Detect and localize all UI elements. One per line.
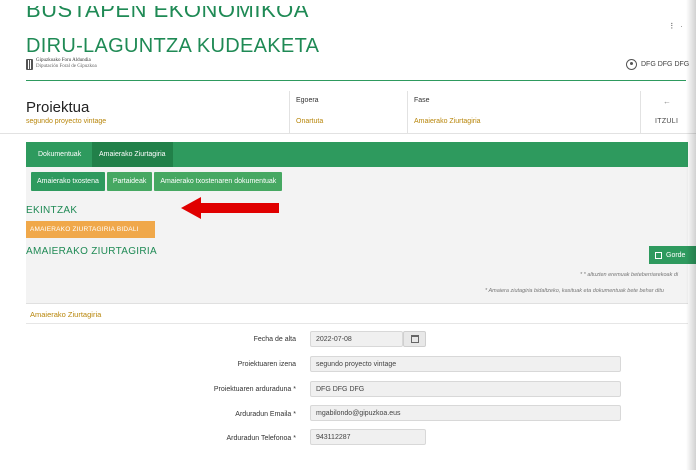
header-divider	[26, 80, 686, 81]
save-button-label: Gorde	[666, 251, 686, 259]
panel-header: Amaierako Ziurtagiria	[26, 304, 688, 324]
actions-section-title: EKINTZAK	[26, 205, 78, 216]
panel-title: Amaierako Ziurtagiria	[30, 310, 102, 319]
fecha-alta-label: Fecha de alta	[253, 336, 296, 343]
fecha-alta-field[interactable]: 2022-07-08	[310, 331, 403, 347]
manager-phone-field[interactable]: 943112287	[310, 429, 426, 445]
page: BUSTAPEN EKONOMIKOA DIRU-LAGUNTZA KUDEAK…	[0, 0, 696, 470]
app-title-line1: BUSTAPEN EKONOMIKOA	[26, 6, 309, 20]
main-tabs: Dokumentuak Amaierako Ziurtagiria	[26, 142, 688, 167]
save-icon	[655, 251, 662, 259]
project-manager-field[interactable]: DFG DFG DFG	[310, 381, 621, 397]
tab-amaierako-ziurtagiria[interactable]: Amaierako Ziurtagiria	[92, 142, 173, 167]
status-label: Egoera	[296, 97, 319, 104]
status-column: Egoera Onartuta	[289, 91, 407, 134]
back-label: ITZULI	[655, 118, 679, 125]
back-arrow-icon: ←	[663, 97, 671, 106]
phase-column: Fase Amaierako Ziurtagiria	[407, 91, 640, 134]
gipuzkoa-logo: Gipuzkoako Foru Aldundia Diputación Fora…	[26, 58, 97, 70]
tab-dokumentuak[interactable]: Dokumentuak	[31, 142, 88, 167]
app-title-line2: DIRU-LAGUNTZA KUDEAKETA	[26, 35, 320, 57]
phase-label: Fase	[414, 97, 430, 104]
subtab-partaideak[interactable]: Partaideak	[106, 172, 153, 191]
app-title-line1-text: BUSTAPEN EKONOMIKOA	[26, 6, 309, 20]
user-name: DFG DFG DFG	[641, 61, 690, 68]
page-edge-shadow	[686, 0, 696, 470]
project-title: Proiektua	[26, 99, 90, 116]
send-certificate-button[interactable]: AMAIERAKO ZIURTAGIRIA BIDALI	[26, 221, 155, 238]
calendar-icon	[410, 335, 419, 343]
logo-icon	[26, 58, 33, 70]
project-subtitle: segundo proyecto vintage	[26, 118, 107, 125]
phase-value: Amaierako Ziurtagiria	[414, 118, 481, 125]
red-arrow-icon	[181, 197, 279, 219]
status-value: Onartuta	[296, 118, 324, 125]
required-fields-note: * * altuzten eremuak beteberriarekoak di	[580, 272, 679, 278]
logo-text-line2: Diputación Foral de Gipuzkoa	[36, 64, 97, 69]
menu-dots-icon[interactable]: ⠇ ·	[670, 22, 684, 31]
manager-phone-label: Arduradun Telefonoa *	[226, 435, 296, 442]
user-icon	[626, 59, 637, 70]
calendar-button[interactable]	[403, 331, 426, 347]
manager-email-field[interactable]: mgabilondo@gipuzkoa.eus	[310, 405, 621, 421]
instructions-note: * Amaiera ziutagiria bidaltzeko, kasitua…	[485, 288, 664, 294]
app-header: BUSTAPEN EKONOMIKOA DIRU-LAGUNTZA KUDEAK…	[0, 0, 696, 84]
project-manager-label: Proiektuaren arduraduna *	[213, 386, 296, 393]
project-info-bar: Proiektua segundo proyecto vintage Egoer…	[0, 91, 696, 134]
subtab-amaierako-txostena[interactable]: Amaierako txostena	[31, 172, 105, 191]
sub-tabs: Amaierako txostena Partaideak Amaierako …	[31, 172, 283, 191]
project-name-field[interactable]: segundo proyecto vintage	[310, 356, 621, 372]
manager-email-label: Arduradun Emaila *	[235, 411, 296, 418]
subtab-txostenaren-dokumentuak[interactable]: Amaierako txostenaren dokumentuak	[154, 172, 283, 191]
user-menu[interactable]: DFG DFG DFG	[626, 59, 689, 70]
certificate-section-title: AMAIERAKO ZIURTAGIRIA	[26, 246, 157, 257]
project-name-label: Proiektuaren izena	[237, 361, 296, 368]
